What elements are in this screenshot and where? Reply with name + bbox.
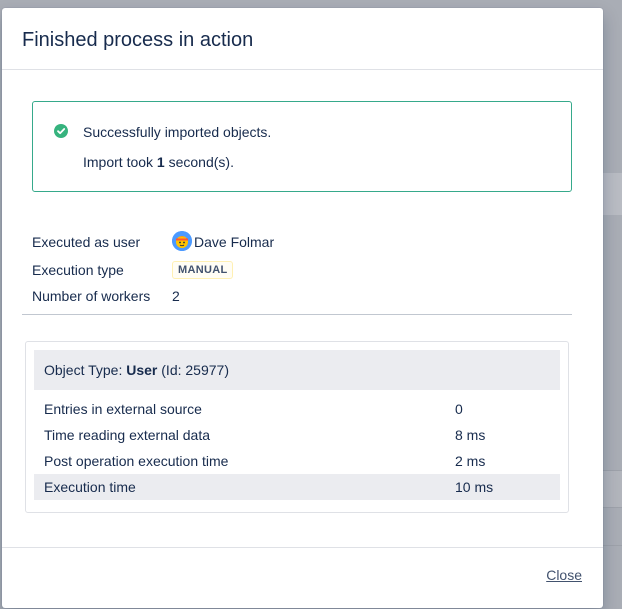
success-message-box: Successfully imported objects. Import to… — [32, 101, 572, 192]
workers-label: Number of workers — [32, 288, 151, 304]
object-type-header: Object Type: User (Id: 25977) — [34, 350, 560, 390]
row-label: Post operation execution time — [44, 453, 229, 469]
check-circle-icon — [54, 124, 68, 138]
row-value: 0 — [455, 401, 463, 417]
object-type-table: Object Type: User (Id: 25977) Entries in… — [25, 341, 569, 513]
table-row: Entries in external source 0 — [34, 396, 560, 422]
row-label: Time reading external data — [44, 427, 211, 443]
table-row: Execution time 10 ms — [34, 474, 560, 500]
row-value: 2 ms — [455, 453, 486, 469]
user-avatar — [172, 231, 192, 251]
row-value: 10 ms — [455, 479, 494, 495]
background-divider — [603, 545, 622, 546]
table-row: Time reading external data 8 ms — [34, 422, 560, 448]
modal-header: Finished process in action — [2, 8, 603, 70]
section-divider — [22, 314, 572, 315]
user-name-link[interactable]: Dave Folmar — [194, 234, 274, 250]
row-value: 8 ms — [455, 427, 486, 443]
execution-type-label: Execution type — [32, 262, 124, 278]
success-message: Successfully imported objects. — [83, 124, 272, 140]
finished-process-dialog: Finished process in action Successfully … — [2, 8, 603, 608]
background-panel — [603, 173, 622, 215]
row-label: Entries in external source — [44, 401, 202, 417]
executed-as-label: Executed as user — [32, 234, 141, 250]
modal-title: Finished process in action — [22, 29, 254, 51]
background-panel — [603, 470, 622, 508]
row-label: Execution time — [44, 479, 136, 495]
close-button[interactable]: Close — [546, 567, 582, 583]
execution-type-badge: MANUAL — [172, 261, 234, 279]
import-duration: Import took 1 second(s). — [83, 154, 234, 170]
workers-value: 2 — [172, 288, 180, 304]
table-row: Post operation execution time 2 ms — [34, 448, 560, 474]
